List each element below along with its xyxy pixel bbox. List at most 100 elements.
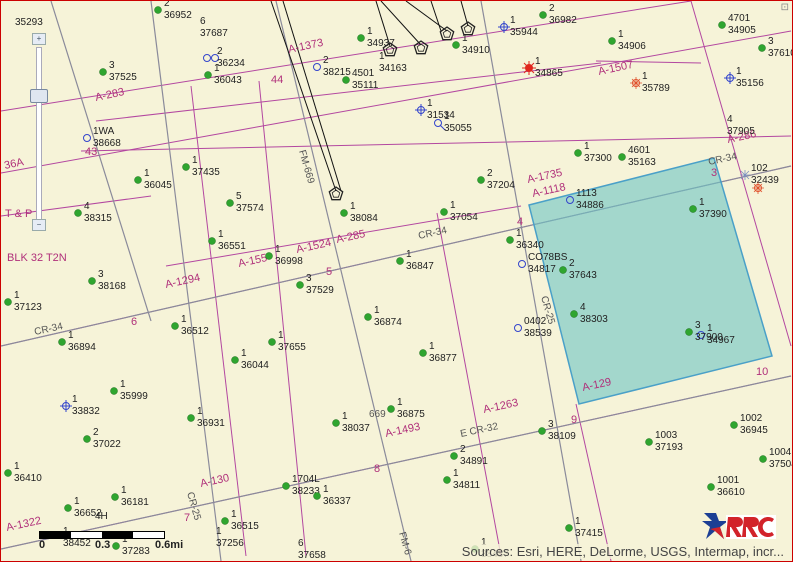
well-marker[interactable]: 1 33832: [60, 394, 100, 417]
oil-well-icon[interactable]: [58, 338, 66, 346]
oil-well-icon[interactable]: [565, 524, 573, 532]
well-marker[interactable]: 1 34163: [379, 51, 407, 74]
well-marker[interactable]: 102 32439: [740, 163, 779, 186]
well-marker[interactable]: 1 36551: [208, 229, 247, 252]
well-marker[interactable]: 4701 34905: [718, 13, 757, 36]
oil-well-icon[interactable]: [154, 6, 162, 14]
well-marker[interactable]: 1 34811: [443, 468, 481, 491]
permitted-location-icon[interactable]: [203, 54, 211, 62]
oil-well-icon[interactable]: [707, 483, 715, 491]
well-marker[interactable]: 6 37658: [298, 538, 326, 561]
oil-well-icon[interactable]: [182, 163, 190, 171]
oil-well-icon[interactable]: [187, 414, 195, 422]
oil-well-icon[interactable]: [265, 252, 273, 260]
well-marker[interactable]: 1 36874: [364, 305, 403, 328]
oil-well-icon[interactable]: [88, 277, 96, 285]
oil-well-icon[interactable]: [396, 257, 404, 265]
well-marker[interactable]: 1 36847: [396, 249, 435, 272]
map-canvas[interactable]: A-1373A-283A-1507A-286A-1735A-1118A-1524…: [1, 1, 792, 561]
permitted-location-icon[interactable]: [83, 134, 91, 142]
well-marker[interactable]: 1 36931: [187, 406, 226, 429]
oil-well-icon[interactable]: [342, 76, 350, 84]
oil-well-icon[interactable]: [570, 310, 578, 318]
oil-well-icon[interactable]: [618, 153, 626, 161]
well-marker[interactable]: 6 37687: [200, 16, 228, 39]
well-marker[interactable]: 4H: [95, 511, 108, 522]
oil-well-icon[interactable]: [204, 71, 212, 79]
well-marker[interactable]: 1 36181: [111, 485, 150, 508]
oil-well-icon[interactable]: [730, 421, 738, 429]
well-marker[interactable]: 1 36515: [221, 509, 260, 532]
oil-well-icon[interactable]: [538, 427, 546, 435]
oil-well-icon[interactable]: [296, 281, 304, 289]
oil-well-icon[interactable]: [282, 482, 290, 490]
zoom-in-button[interactable]: +: [32, 33, 46, 45]
well-marker[interactable]: 1 36045: [134, 168, 173, 191]
well-marker[interactable]: 3 38168: [88, 269, 127, 292]
oil-well-icon[interactable]: [111, 493, 119, 501]
oil-well-icon[interactable]: [134, 176, 142, 184]
well-marker[interactable]: 1 38084: [340, 201, 379, 224]
oil-well-icon[interactable]: [758, 44, 766, 52]
well-marker[interactable]: 1 38037: [332, 411, 371, 434]
well-marker[interactable]: 1 37655: [268, 330, 307, 353]
oil-well-icon[interactable]: [443, 476, 451, 484]
oil-well-icon[interactable]: [208, 237, 216, 245]
well-marker[interactable]: 1 35789: [630, 71, 670, 94]
well-marker[interactable]: 2 37204: [477, 168, 516, 191]
zoom-track[interactable]: [36, 47, 42, 221]
oil-well-icon[interactable]: [4, 298, 12, 306]
zoom-slider[interactable]: + −: [29, 33, 49, 233]
well-marker[interactable]: 1 37415: [565, 516, 604, 539]
oil-well-icon[interactable]: [99, 68, 107, 76]
well-marker[interactable]: 1 35156: [724, 66, 764, 89]
well-marker[interactable]: 2 34891: [450, 444, 489, 467]
well-marker[interactable]: 100437504: [759, 447, 793, 470]
well-marker[interactable]: 1003 37193: [645, 430, 684, 453]
oil-well-icon[interactable]: [419, 349, 427, 357]
oil-well-icon[interactable]: [539, 11, 547, 19]
oil-well-icon[interactable]: [477, 176, 485, 184]
permitted-location-icon[interactable]: [518, 260, 526, 268]
oil-well-icon[interactable]: [74, 209, 82, 217]
close-icon[interactable]: ⊡: [781, 2, 789, 13]
well-marker[interactable]: 1002 36945: [730, 413, 769, 436]
oil-well-icon[interactable]: [559, 266, 567, 274]
injection-well-icon[interactable]: [740, 170, 750, 180]
well-marker[interactable]: 1001 36610: [707, 475, 746, 498]
permit-pentagon-icon[interactable]: [439, 26, 455, 41]
oil-well-icon[interactable]: [231, 356, 239, 364]
oil-well-icon[interactable]: [4, 469, 12, 477]
well-marker[interactable]: 5 37574: [226, 191, 265, 214]
oil-well-icon[interactable]: [110, 387, 118, 395]
oil-well-icon[interactable]: [226, 199, 234, 207]
oil-well-icon[interactable]: [506, 236, 514, 244]
map-viewer[interactable]: A-1373 A-283 A-1507 A-286 A-1735 A-1118 A-1524…: [0, 0, 793, 562]
zoom-thumb[interactable]: [30, 89, 48, 103]
oil-well-icon[interactable]: [364, 313, 372, 321]
well-marker[interactable]: 1 37123: [4, 290, 43, 313]
permitted-location-icon[interactable]: [313, 63, 321, 71]
well-marker[interactable]: 1 36877: [419, 341, 458, 364]
oil-well-icon[interactable]: [718, 21, 726, 29]
oil-well-icon[interactable]: [64, 504, 72, 512]
well-marker[interactable]: 4 38315: [74, 201, 113, 224]
well-marker[interactable]: 1 36875: [387, 397, 426, 420]
oil-well-icon[interactable]: [759, 455, 767, 463]
well-marker[interactable]: 1 37300: [574, 141, 613, 164]
oil-well-icon[interactable]: [450, 452, 458, 460]
zoom-out-button[interactable]: −: [32, 219, 46, 231]
well-marker[interactable]: 1 34937: [357, 26, 396, 49]
well-marker[interactable]: 2 36982: [539, 3, 578, 26]
oil-well-icon[interactable]: [83, 435, 91, 443]
well-marker[interactable]: 1 34865: [522, 56, 563, 79]
oil-well-icon[interactable]: [268, 338, 276, 346]
well-marker[interactable]: 1 34906: [608, 29, 647, 52]
well-marker[interactable]: 1 36894: [58, 330, 97, 353]
well-marker[interactable]: 2 37022: [83, 427, 122, 450]
well-marker[interactable]: 1 37435: [182, 155, 221, 178]
well-marker[interactable]: 1 35999: [110, 379, 149, 402]
oil-well-icon[interactable]: [452, 41, 460, 49]
oil-well-icon[interactable]: [313, 492, 321, 500]
oil-well-icon[interactable]: [685, 328, 693, 336]
